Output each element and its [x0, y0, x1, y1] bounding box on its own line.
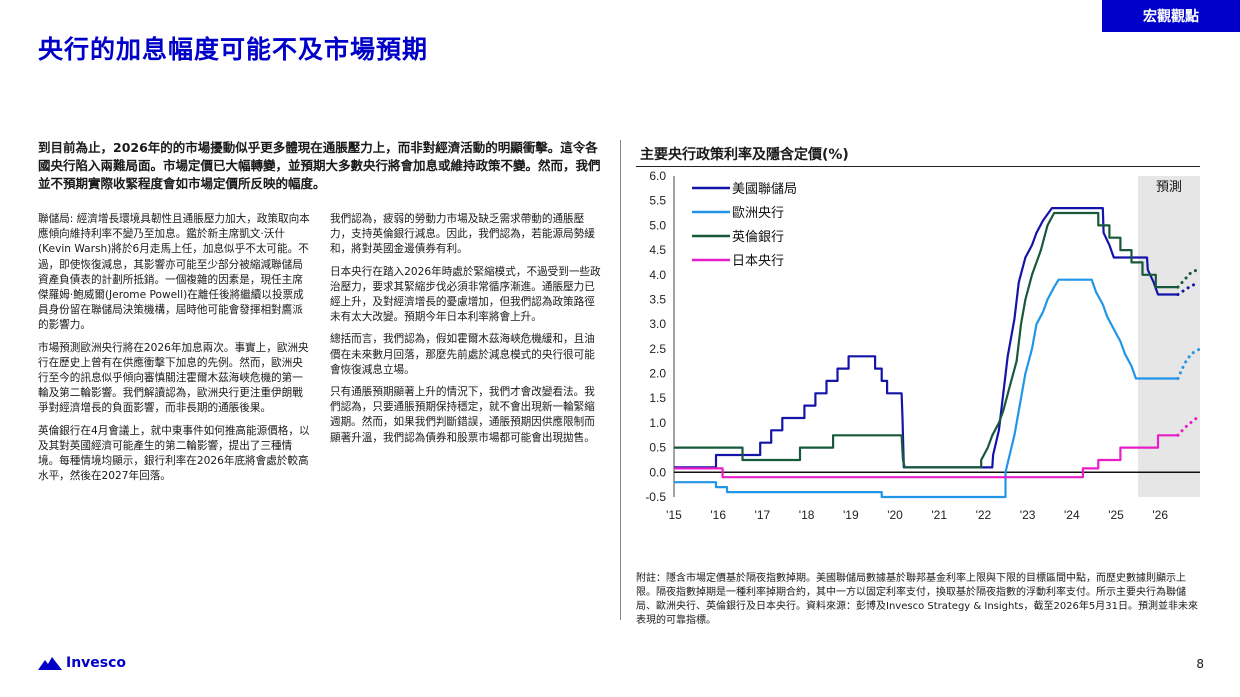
x-tick-label: '16 — [710, 508, 726, 522]
x-tick-label: '23 — [1020, 508, 1036, 522]
series-line-3 — [674, 211, 1178, 469]
text-column-right: 我們認為，疲弱的勞動力市場及缺乏需求帶動的通脹壓力，支持英倫銀行減息。因此，我們… — [330, 212, 602, 453]
legend-label-3: 英倫銀行 — [732, 230, 784, 245]
y-tick-label: 4.5 — [649, 243, 666, 257]
paragraph-outlook: 只有通脹預期顯著上升的情況下，我們才會改變看法。我們認為，只要通脹預期保持穩定，… — [330, 386, 595, 444]
x-tick-label: '24 — [1064, 508, 1080, 522]
chart-footnote: 附註：隱含市場定價基於隔夜指數掉期。美國聯儲局數據基於聯邦基金利率上限與下限的目… — [636, 573, 1198, 626]
page-title: 央行的加息幅度可能不及市場預期 — [38, 35, 429, 64]
paragraph-boe-cont: 我們認為，疲弱的勞動力市場及缺乏需求帶動的通脹壓力，支持英倫銀行減息。因此，我們… — [330, 213, 595, 256]
paragraph-boe: 英倫銀行在4月會議上，就中東事件如何推高能源價格，以及其對英國經濟可能產生的第二… — [38, 424, 310, 483]
paragraph-ecb: 市場預測歐洲央行將在2026年加息兩次。事實上，歐洲央行在歷史上曾有在供應衝擊下… — [38, 341, 309, 415]
y-tick-label: -0.5 — [645, 490, 666, 504]
series-line-4 — [674, 434, 1178, 479]
x-tick-label: '18 — [799, 508, 815, 522]
column-divider — [620, 140, 621, 620]
paragraph-fed: 聯儲局: 經濟增長環境具韌性且通脹壓力加大，政策取向本應傾向維持利率不變乃至加息… — [38, 213, 310, 332]
y-tick-label: 2.0 — [649, 367, 666, 381]
y-tick-label: 1.5 — [649, 391, 666, 405]
y-tick-label: 3.5 — [649, 292, 666, 306]
y-tick-label: 4.0 — [649, 268, 666, 282]
policy-rate-chart: 預測 6.0 5.5 5.0 4.5 4.0 3.5 3.0 2.5 2.0 1.5 1.0 0.5 0.… — [645, 169, 1200, 522]
paragraph-boj: 日本央行在踏入2026年時處於緊縮模式，不過受到一些政治壓力，要求其緊縮步伐必須… — [330, 265, 601, 324]
x-tick-label: '19 — [843, 508, 859, 522]
legend-label-4: 日本央行 — [732, 254, 784, 269]
section-tag: 宏觀觀點 — [1102, 0, 1240, 32]
y-tick-label: 0.0 — [649, 465, 666, 479]
y-tick-label: 3.0 — [649, 317, 666, 331]
paragraph-summary: 總括而言，我們認為，假如霍爾木茲海峽危機緩和，且油價在未來數月回落，那麼先前處於… — [330, 333, 595, 376]
y-tick-label: 5.5 — [649, 194, 666, 208]
y-tick-label: 2.5 — [649, 342, 666, 356]
y-tick-label: 6.0 — [649, 169, 666, 183]
forecast-shade — [1138, 176, 1200, 497]
series-line-1 — [674, 207, 1178, 469]
y-tick-label: 5.0 — [649, 218, 666, 232]
x-tick-label: '20 — [887, 508, 903, 522]
x-tick-label: '17 — [755, 508, 771, 522]
y-tick-label: 1.0 — [649, 416, 666, 430]
x-tick-label: '21 — [931, 508, 947, 522]
legend-label-1: 美國聯儲局 — [732, 182, 797, 197]
series-line-2 — [674, 278, 1178, 499]
page-number: 8 — [1196, 657, 1204, 671]
x-tick-label: '15 — [666, 508, 682, 522]
invesco-logo: Invesco — [38, 655, 126, 671]
lead-paragraph: 到目前為止，2026年的的市場擾動似乎更多體現在通脹壓力上，而非對經濟活動的明顯… — [38, 140, 601, 191]
logo-text: Invesco — [66, 655, 127, 671]
chart-title: 主要央行政策利率及隱含定價(%) — [640, 147, 849, 163]
mountain-logo-icon — [38, 657, 62, 670]
forecast-label: 預測 — [1156, 180, 1182, 195]
x-tick-label: '22 — [976, 508, 992, 522]
text-column-left: 聯儲局: 經濟增長環境具韌性且通脹壓力加大，政策取向本應傾向維持利率不變乃至加息… — [38, 212, 310, 491]
x-tick-label: '26 — [1152, 508, 1168, 522]
legend-label-2: 歐洲央行 — [732, 206, 784, 221]
y-tick-label: 0.5 — [649, 441, 666, 455]
x-tick-label: '25 — [1108, 508, 1124, 522]
